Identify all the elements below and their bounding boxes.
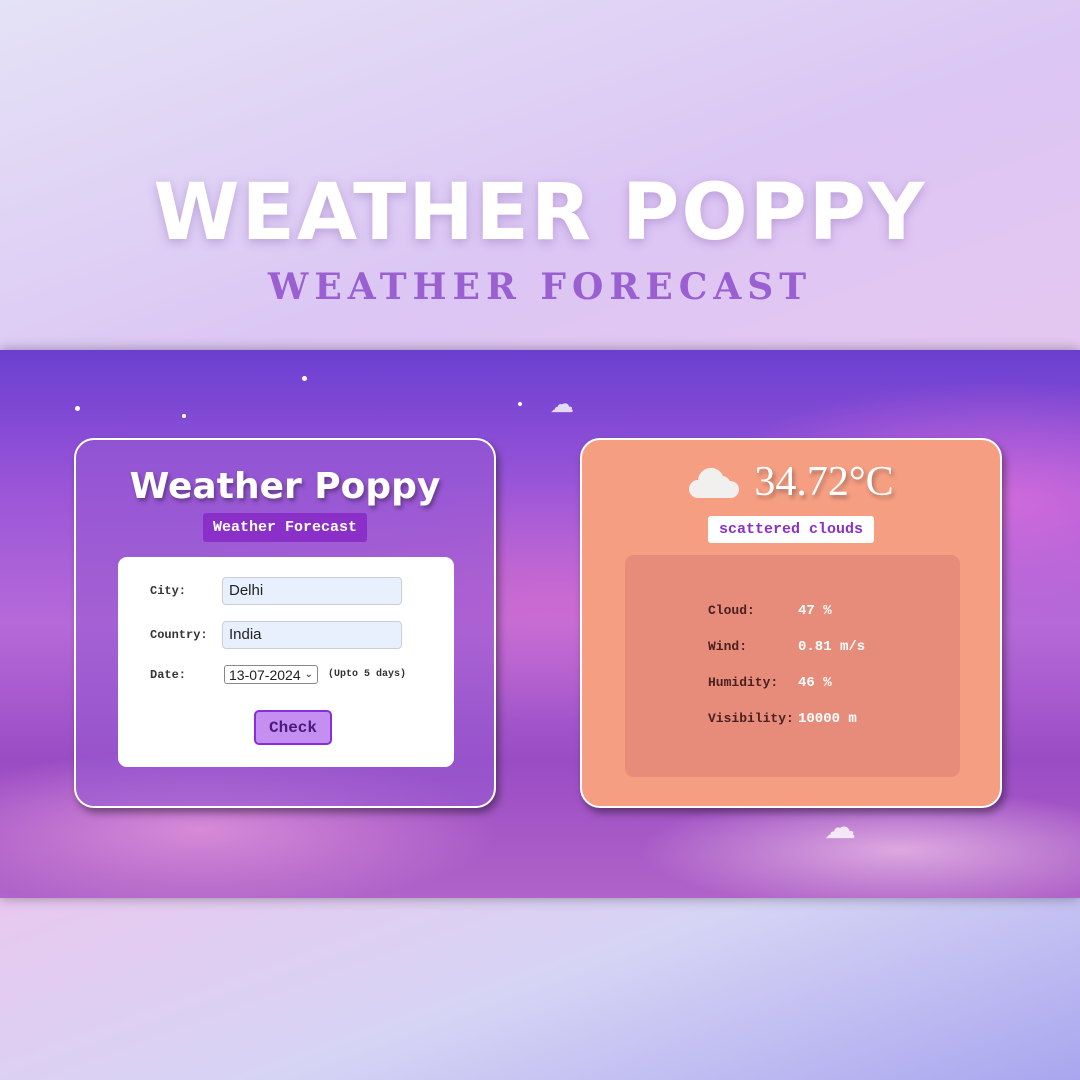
date-select[interactable]: 13-07-2024 ⌄ bbox=[224, 665, 319, 684]
app-title: Weather Poppy bbox=[129, 466, 441, 507]
stat-label: Visibility: bbox=[708, 711, 794, 726]
result-card: 34.72°C scattered clouds Cloud: 47 % Wind… bbox=[580, 438, 1002, 808]
app-subtitle-badge: Weather Forecast bbox=[202, 513, 368, 542]
date-note: (Upto 5 days) bbox=[328, 669, 407, 680]
stat-label: Humidity: bbox=[708, 675, 779, 690]
hero-subtitle: WEATHER FORECAST bbox=[267, 266, 813, 308]
cloud-icon bbox=[689, 467, 740, 498]
temperature: 34.72°C bbox=[754, 459, 894, 505]
stat-visibility: Visibility: 10000 m bbox=[708, 711, 960, 747]
star-icon bbox=[182, 414, 186, 418]
star-icon bbox=[75, 406, 80, 411]
country-input[interactable]: India bbox=[222, 621, 402, 649]
chevron-down-icon: ⌄ bbox=[304, 669, 314, 680]
search-card: Weather Poppy Weather Forecast City: Del… bbox=[74, 438, 496, 808]
stat-label: Wind: bbox=[708, 639, 748, 654]
stat-value: 0.81 m/s bbox=[798, 639, 866, 655]
stat-cloud: Cloud: 47 % bbox=[708, 603, 960, 639]
app-screenshot: ☁ ☁ Weather Poppy Weather Forecast City:… bbox=[0, 350, 1080, 898]
weather-description: scattered clouds bbox=[707, 516, 875, 543]
cloud-doodle-icon: ☁ bbox=[824, 809, 856, 845]
hero-title: WEATHER POPPY bbox=[153, 168, 927, 258]
star-icon bbox=[302, 376, 307, 381]
stat-wind: Wind: 0.81 m/s bbox=[708, 639, 960, 675]
city-label: City: bbox=[150, 584, 187, 598]
date-value: 13-07-2024 bbox=[229, 666, 301, 683]
stat-value: 47 % bbox=[798, 603, 832, 619]
stat-value: 46 % bbox=[798, 675, 832, 691]
stat-label: Cloud: bbox=[708, 603, 755, 618]
country-label: Country: bbox=[150, 628, 208, 642]
date-label: Date: bbox=[150, 667, 187, 682]
city-input[interactable]: Delhi bbox=[222, 577, 402, 605]
check-button[interactable]: Check bbox=[254, 710, 332, 745]
weather-stats: Cloud: 47 % Wind: 0.81 m/s Humidity: 46 % V… bbox=[625, 555, 960, 777]
stat-value: 10000 m bbox=[798, 711, 857, 727]
stat-humidity: Humidity: 46 % bbox=[708, 675, 960, 711]
star-icon bbox=[518, 402, 522, 406]
search-form: City: Delhi Country: India Date: 13-07-2… bbox=[118, 557, 454, 767]
cloud-doodle-icon: ☁ bbox=[550, 391, 574, 418]
